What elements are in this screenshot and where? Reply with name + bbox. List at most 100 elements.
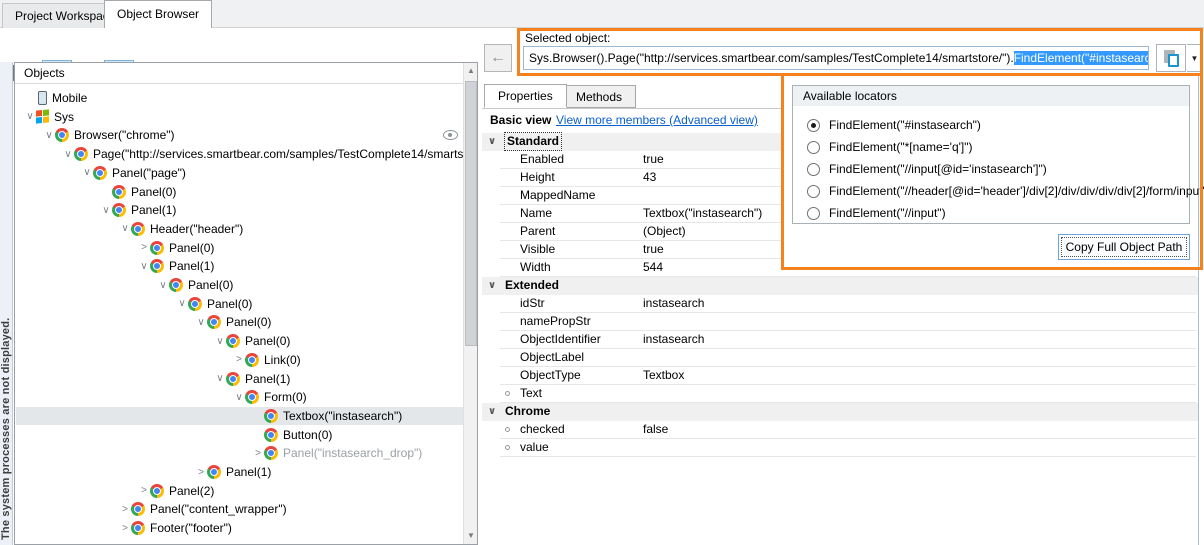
tree-item[interactable]: Button(0) bbox=[16, 426, 463, 444]
tree-item[interactable]: Panel(0) bbox=[16, 183, 463, 201]
expand-icon[interactable]: ˃ bbox=[119, 523, 131, 534]
tree-item[interactable]: ˃Panel("content_wrapper") bbox=[16, 500, 463, 518]
property-name: Enabled bbox=[520, 151, 564, 168]
collapse-icon[interactable]: ∨ bbox=[488, 133, 496, 150]
tree-scrollbar-thumb[interactable] bbox=[465, 81, 477, 346]
tree-item[interactable]: ∨Panel(0) bbox=[16, 332, 463, 350]
radio-icon[interactable] bbox=[807, 163, 820, 176]
property-name: ObjectType bbox=[520, 367, 581, 384]
tree-item[interactable]: Textbox("instasearch") bbox=[16, 407, 463, 425]
tree-item[interactable]: ˃Panel(2) bbox=[16, 482, 463, 500]
property-row[interactable]: ObjectIdentifierinstasearch bbox=[482, 331, 1198, 349]
copy-dropdown-button[interactable]: ▼ bbox=[1187, 44, 1203, 72]
copy-full-object-path-button[interactable]: Copy Full Object Path bbox=[1058, 234, 1190, 260]
tree-item[interactable]: ˃Panel(1) bbox=[16, 463, 463, 481]
tree-item[interactable]: ˃Panel("instasearch_drop") bbox=[16, 444, 463, 462]
property-value: false bbox=[643, 421, 668, 438]
collapse-icon[interactable]: ∨ bbox=[138, 261, 150, 272]
basic-view-label: Basic view bbox=[490, 113, 551, 127]
tree-scrollbar[interactable]: ▲ ▼ bbox=[463, 63, 477, 544]
property-row[interactable]: idStrinstasearch bbox=[482, 295, 1198, 313]
expand-icon[interactable]: ˃ bbox=[138, 242, 150, 253]
property-row[interactable]: Text bbox=[482, 385, 1198, 403]
property-row[interactable]: value bbox=[482, 439, 1198, 457]
property-name: Height bbox=[520, 169, 555, 186]
property-row[interactable]: checkedfalse bbox=[482, 421, 1198, 439]
selected-object-input[interactable]: Sys.Browser().Page("http://services.smar… bbox=[523, 46, 1149, 70]
back-button[interactable]: ← bbox=[484, 44, 512, 72]
tree-item[interactable]: ∨Panel(1) bbox=[16, 257, 463, 275]
tree-item-label: Page("http://services.smartbear.com/samp… bbox=[93, 147, 463, 161]
collapse-icon[interactable]: ∨ bbox=[233, 392, 245, 403]
tree-item[interactable]: ˃Footer("footer") bbox=[16, 519, 463, 537]
tree-item[interactable]: ∨Panel(1) bbox=[16, 201, 463, 219]
chrome-icon bbox=[264, 428, 278, 442]
collapse-icon[interactable]: ∨ bbox=[214, 336, 226, 347]
chrome-icon bbox=[112, 203, 126, 217]
advanced-view-link[interactable]: View more members (Advanced view) bbox=[556, 113, 758, 127]
locator-option[interactable]: FindElement("//input") bbox=[807, 205, 946, 221]
collapse-icon[interactable]: ∨ bbox=[100, 205, 112, 216]
property-row[interactable]: namePropStr bbox=[482, 313, 1198, 331]
property-value: instasearch bbox=[643, 331, 704, 348]
expand-icon[interactable]: ˃ bbox=[138, 485, 150, 496]
radio-icon[interactable] bbox=[807, 119, 820, 132]
tree-item[interactable]: ∨ Sys bbox=[16, 108, 463, 126]
collapse-icon[interactable]: ∨ bbox=[214, 373, 226, 384]
collapse-icon[interactable]: ∨ bbox=[43, 130, 55, 141]
tree-item[interactable]: ∨Panel(0) bbox=[16, 276, 463, 294]
tree-item[interactable]: ˃Panel(0) bbox=[16, 239, 463, 257]
property-row[interactable]: ObjectLabel bbox=[482, 349, 1198, 367]
tree-item[interactable]: ∨Header("header") bbox=[16, 220, 463, 238]
tree-item-label: Textbox("instasearch") bbox=[283, 409, 402, 423]
tree-item[interactable]: ∨Form(0) bbox=[16, 388, 463, 406]
chrome-icon bbox=[207, 315, 221, 329]
collapse-icon[interactable]: ∨ bbox=[488, 403, 496, 420]
tree-item[interactable]: ˃Link(0) bbox=[16, 351, 463, 369]
copy-selection-button[interactable] bbox=[1156, 44, 1186, 72]
tree-item[interactable]: ∨Panel(0) bbox=[16, 295, 463, 313]
tree-item[interactable]: ∨Browser("chrome") bbox=[16, 126, 463, 144]
tree-item[interactable]: ∨Panel(0) bbox=[16, 313, 463, 331]
locator-option[interactable]: FindElement("//input[@id='instasearch']"… bbox=[807, 161, 1047, 177]
expand-icon[interactable]: ˃ bbox=[252, 448, 264, 459]
scroll-up-icon[interactable]: ▲ bbox=[464, 64, 478, 78]
selected-object-label: Selected object: bbox=[525, 31, 610, 45]
property-value: true bbox=[643, 151, 664, 168]
tree-item-label: Panel("page") bbox=[112, 166, 186, 180]
expand-icon[interactable]: ˃ bbox=[119, 504, 131, 515]
tree-item-label: Sys bbox=[54, 110, 74, 124]
tree-item[interactable]: Mobile bbox=[16, 89, 463, 107]
tree-item[interactable]: ∨ Page("http://services.smartbear.com/sam… bbox=[16, 145, 463, 163]
collapse-icon[interactable]: ∨ bbox=[488, 277, 496, 294]
radio-icon[interactable] bbox=[807, 207, 820, 220]
tab-properties[interactable]: Properties bbox=[484, 84, 567, 108]
tree-item[interactable]: ∨Panel(1) bbox=[16, 370, 463, 388]
chrome-icon bbox=[245, 353, 259, 367]
collapse-icon[interactable]: ∨ bbox=[24, 111, 36, 122]
property-section-header[interactable]: ∨Chrome bbox=[482, 403, 1198, 421]
tree-item[interactable]: ∨ Panel("page") bbox=[16, 164, 463, 182]
radio-icon[interactable] bbox=[807, 185, 820, 198]
collapse-icon[interactable]: ∨ bbox=[157, 280, 169, 291]
scroll-down-icon[interactable]: ▼ bbox=[464, 529, 478, 543]
collapse-icon[interactable]: ∨ bbox=[119, 223, 131, 234]
property-row[interactable]: ObjectTypeTextbox bbox=[482, 367, 1198, 385]
radio-icon[interactable] bbox=[807, 141, 820, 154]
locator-option[interactable]: FindElement("*[name='q']") bbox=[807, 139, 973, 155]
property-section-header[interactable]: ∨Extended bbox=[482, 277, 1198, 295]
locator-option[interactable]: FindElement("#instasearch") bbox=[807, 117, 981, 133]
tab-methods[interactable]: Methods bbox=[562, 85, 636, 108]
collapse-icon[interactable]: ∨ bbox=[195, 317, 207, 328]
collapse-icon[interactable]: ∨ bbox=[62, 149, 74, 160]
collapse-icon[interactable]: ∨ bbox=[81, 167, 93, 178]
object-browser-window: Project Workspace Object Browser ⚙⚙⚙⚙ Th… bbox=[0, 0, 1204, 545]
expand-icon[interactable]: ˃ bbox=[233, 354, 245, 365]
chrome-icon bbox=[150, 259, 164, 273]
chrome-icon bbox=[226, 334, 240, 348]
locator-label: FindElement("//header[@id='header']/div[… bbox=[829, 184, 1204, 198]
tab-object-browser[interactable]: Object Browser bbox=[104, 0, 212, 28]
collapse-icon[interactable]: ∨ bbox=[176, 298, 188, 309]
locator-option[interactable]: FindElement("//header[@id='header']/div[… bbox=[807, 183, 1204, 199]
expand-icon[interactable]: ˃ bbox=[195, 467, 207, 478]
